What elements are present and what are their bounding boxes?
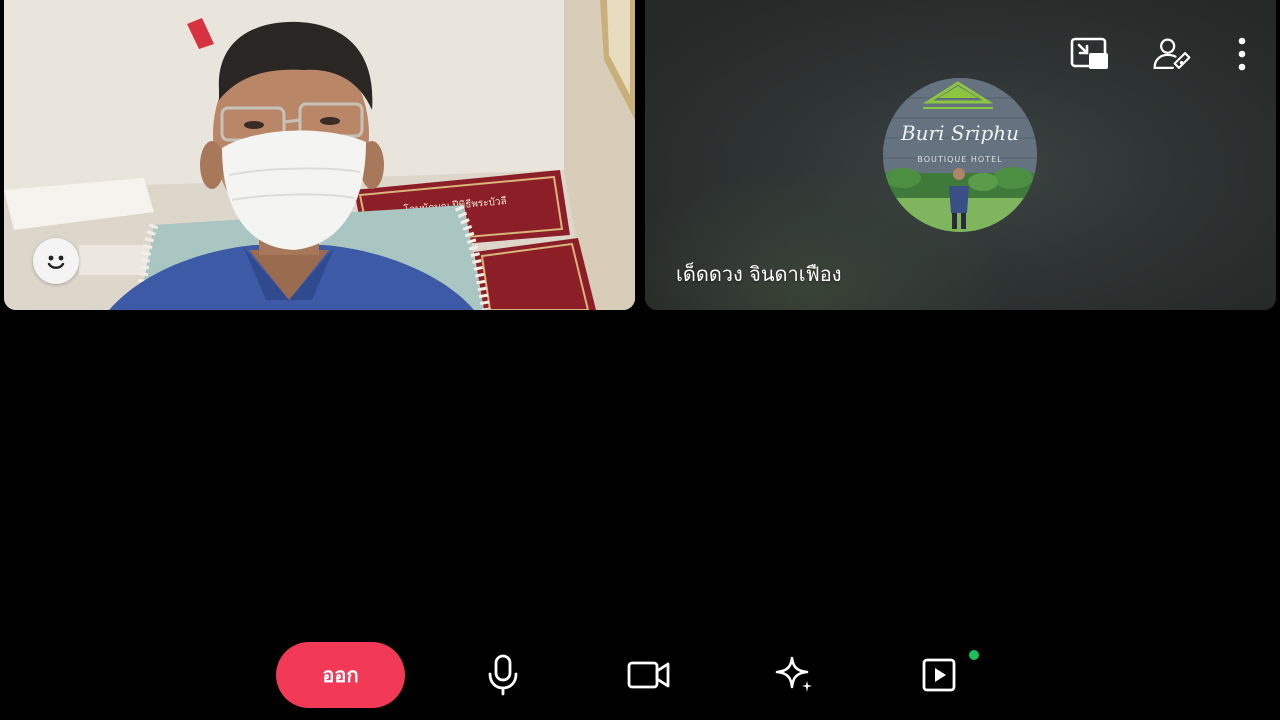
edit-participant-button[interactable] <box>1152 34 1192 74</box>
participant-avatar: Buri Sriphu BOUTIQUE HOTEL <box>883 78 1037 232</box>
call-controls-bar: ออก <box>0 642 1280 708</box>
self-camera-feed: โลบนักบุญ ปีพิธีพระบัวลี <box>4 0 635 310</box>
microphone-button[interactable] <box>479 651 527 699</box>
avatar-logo-subtitle: BOUTIQUE HOTEL <box>917 155 1002 164</box>
notification-dot <box>969 650 979 660</box>
edit-participant-icon <box>1153 38 1191 70</box>
video-camera-icon <box>627 661 670 689</box>
sparkle-effects-icon <box>775 656 812 692</box>
reaction-button[interactable] <box>33 238 79 284</box>
self-video-tile[interactable]: โลบนักบุญ ปีพิธีพระบัวลี <box>4 0 635 310</box>
avatar-logo-title: Buri Sriphu <box>900 121 1019 145</box>
microphone-icon <box>488 654 518 696</box>
share-play-icon <box>922 658 956 692</box>
more-vertical-icon <box>1238 37 1246 71</box>
participant-name: เด็ดดวง จินดาเฟือง <box>676 262 842 286</box>
effects-button[interactable] <box>771 651 819 699</box>
remote-participant-tile[interactable]: Buri Sriphu BOUTIQUE HOTEL เด็ดดวง จินดา… <box>645 0 1276 310</box>
more-options-button[interactable] <box>1234 34 1250 74</box>
video-call-screen: โลบนักบุญ ปีพิธีพระบัวลี <box>0 0 1280 720</box>
camera-button[interactable] <box>625 651 673 699</box>
share-play-button[interactable] <box>915 651 963 699</box>
remote-tile-toolbar <box>1070 34 1250 74</box>
leave-call-button[interactable]: ออก <box>276 642 405 708</box>
picture-in-picture-icon <box>1070 37 1108 69</box>
picture-in-picture-button[interactable] <box>1070 34 1110 74</box>
smiley-face-icon <box>47 255 65 269</box>
